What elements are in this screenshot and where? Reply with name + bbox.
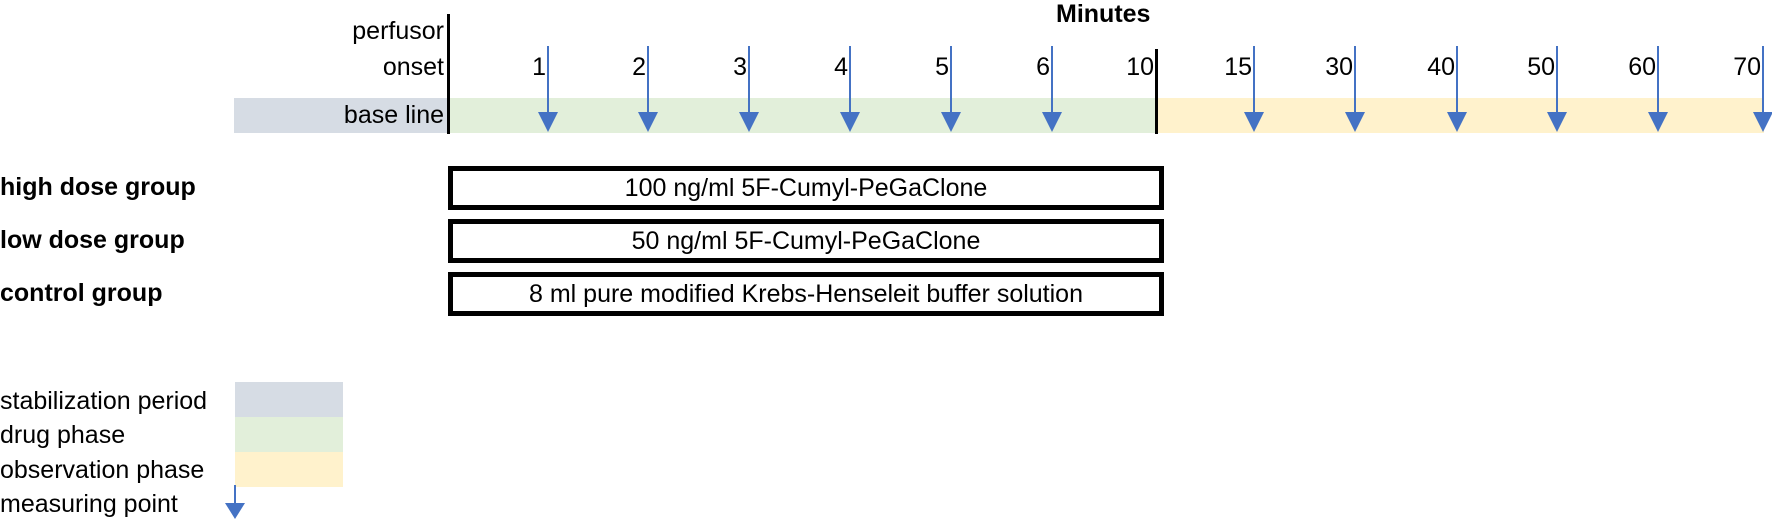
legend-swatch-drug-phase — [235, 417, 343, 452]
arrow-shaft — [748, 46, 750, 116]
drug-end-line — [1155, 49, 1158, 134]
arrow-shaft — [1657, 46, 1659, 116]
arrow-head — [1244, 112, 1264, 132]
tick-label-6: 6 — [1036, 53, 1050, 81]
measuring-point-arrow-icon — [1042, 46, 1062, 134]
measuring-point-arrow-icon — [840, 46, 860, 134]
arrow-head — [941, 112, 961, 132]
measuring-point-arrow-icon — [638, 46, 658, 134]
measuring-point-arrow-icon — [1244, 46, 1264, 134]
arrow-shaft — [1762, 46, 1764, 116]
minutes-title: Minutes — [1056, 0, 1151, 28]
arrow-shaft — [647, 46, 649, 116]
legend-label-drug-phase: drug phase — [0, 421, 126, 449]
arrow-head — [1042, 112, 1062, 132]
arrow-shaft — [1253, 46, 1255, 116]
arrow-head — [1547, 112, 1567, 132]
tick-label-5: 5 — [935, 53, 949, 81]
measuring-point-arrow-icon — [1345, 46, 1365, 134]
tick-label-3: 3 — [733, 53, 747, 81]
treatment-box-control: 8 ml pure modified Krebs-Henseleit buffe… — [448, 272, 1164, 316]
arrow-shaft — [1456, 46, 1458, 116]
legend-swatch-stabilization — [235, 382, 343, 417]
perfusor-label: perfusor — [352, 17, 444, 45]
tick-label-10: 10 — [1126, 53, 1154, 81]
legend-arrow-icon — [225, 485, 245, 521]
tick-label-30: 30 — [1325, 53, 1353, 81]
measuring-point-arrow-icon — [1547, 46, 1567, 134]
arrow-head — [739, 112, 759, 132]
measuring-point-arrow-icon — [1447, 46, 1467, 134]
arrow-shaft — [547, 46, 549, 116]
arrow-head — [1345, 112, 1365, 132]
baseline-label: base line — [343, 101, 444, 129]
measuring-point-arrow-icon — [941, 46, 961, 134]
arrow-shaft — [1556, 46, 1558, 116]
legend-label-measuring-point: measuring point — [0, 490, 178, 518]
measuring-point-arrow-icon — [538, 46, 558, 134]
measuring-point-arrow-icon — [1648, 46, 1668, 134]
tick-label-4: 4 — [834, 53, 848, 81]
arrow-head — [840, 112, 860, 132]
tick-label-60: 60 — [1628, 53, 1656, 81]
arrow-shaft — [1354, 46, 1356, 116]
arrow-head — [538, 112, 558, 132]
arrow-head — [1447, 112, 1467, 132]
arrow-head — [1648, 112, 1668, 132]
onset-label: onset — [382, 53, 444, 81]
perfusor-onset-line — [447, 14, 450, 134]
tick-label-1: 1 — [532, 53, 546, 81]
tick-label-15: 15 — [1224, 53, 1252, 81]
tick-label-2: 2 — [632, 53, 646, 81]
group-label-low-dose: low dose group — [0, 226, 185, 254]
arrow-head — [1753, 112, 1772, 132]
measuring-point-arrow-icon — [739, 46, 759, 134]
legend-swatch-observation-phase — [235, 452, 343, 487]
arrow-head — [638, 112, 658, 132]
group-label-high-dose: high dose group — [0, 173, 196, 201]
arrow-shaft — [1051, 46, 1053, 116]
measuring-point-arrow-icon — [1753, 46, 1772, 134]
legend-label-stabilization: stabilization period — [0, 387, 208, 415]
tick-label-50: 50 — [1527, 53, 1555, 81]
legend-label-observation-phase: observation phase — [0, 456, 205, 484]
arrow-shaft — [950, 46, 952, 116]
tick-label-40: 40 — [1427, 53, 1455, 81]
arrow-shaft — [849, 46, 851, 116]
treatment-box-high-dose: 100 ng/ml 5F-Cumyl-PeGaClone — [448, 166, 1164, 210]
tick-label-70: 70 — [1733, 53, 1761, 81]
treatment-box-low-dose: 50 ng/ml 5F-Cumyl-PeGaClone — [448, 219, 1164, 263]
group-label-control: control group — [0, 279, 163, 307]
